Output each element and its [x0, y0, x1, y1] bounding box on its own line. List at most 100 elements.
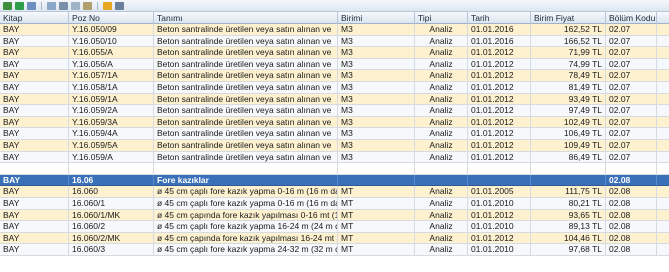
column-header-kitap[interactable]: Kitap — [0, 12, 69, 24]
table-row[interactable]: BAY 16.060/2 ø 45 cm çaplı fore kazık yapm… — [0, 221, 669, 233]
cell-tarih: 01.01.2012 — [468, 209, 531, 222]
cell-tarih: 01.01.2012 — [468, 105, 531, 117]
cell-bolum-kodu: 02.07 — [606, 151, 657, 164]
cell-tanimi: Beton santralinde üretilen veya satın al… — [154, 82, 338, 94]
cell-kitap: BAY — [0, 58, 69, 71]
cell-poz-no: Y.16.059/5A — [69, 140, 154, 152]
column-header-birim-fiyat[interactable]: Birim Fiyat — [531, 12, 606, 24]
table-row[interactable]: BAY Y.16.057/1A Beton santralinde üretilen… — [0, 70, 669, 82]
cell-kitap: BAY — [0, 209, 69, 222]
cell-tipi: Analiz — [415, 232, 468, 245]
cell-poz-no: Y.16.059/2A — [69, 105, 154, 117]
cell-poz-no: Y.16.059/4A — [69, 128, 154, 140]
cell-poz-no: Y.16.050/10 — [69, 35, 154, 48]
cell-filler — [657, 105, 669, 117]
cell-tipi: Analiz — [415, 128, 468, 140]
cell-filler — [657, 210, 669, 222]
filter-icon[interactable] — [47, 1, 56, 10]
cell-filler — [657, 36, 669, 48]
cell-filler — [657, 94, 669, 106]
lightning-icon[interactable] — [103, 1, 112, 10]
settings-icon[interactable] — [115, 1, 124, 10]
cell-bolum-kodu: 02.07 — [606, 24, 657, 36]
cell-poz-no: Y.16.059/3A — [69, 116, 154, 129]
columns-icon[interactable] — [59, 1, 68, 10]
cell-tarih: 01.01.2016 — [468, 24, 531, 36]
column-header-tarih[interactable]: Tarih — [468, 12, 531, 24]
table-row[interactable]: BAY Y.16.059/5A Beton santralinde üretilen… — [0, 140, 669, 152]
column-header-tanimi[interactable]: Tanımı — [154, 12, 338, 24]
table-row[interactable]: BAY 16.060/3 ø 45 cm çaplı fore kazık yapm… — [0, 244, 669, 256]
cell-filler — [657, 117, 669, 129]
cell-kitap: BAY — [0, 105, 69, 117]
grid-header: Kitap Poz No Tanımı Birimi Tipi Tarih Bi… — [0, 12, 669, 24]
cell-tipi: Analiz — [415, 24, 468, 36]
table-row[interactable]: BAY Y.16.055/A Beton santralinde üretilen … — [0, 47, 669, 59]
cell-kitap — [0, 163, 69, 175]
cell-bolum-kodu: 02.07 — [606, 58, 657, 71]
cell-tarih: 01.01.2012 — [468, 128, 531, 140]
table-row[interactable]: BAY 16.060/2/MK ø 45 cm çapında fore kazık… — [0, 232, 669, 245]
cell-birim-fiyat: 93,49 TL — [531, 93, 606, 106]
table-row[interactable]: BAY Y.16.059/2A Beton santralinde üretilen… — [0, 105, 669, 117]
cell-birim-fiyat: 97,68 TL — [531, 244, 606, 256]
table-row[interactable]: BAY Y.16.058/1A Beton santralinde üretilen… — [0, 82, 669, 94]
copy-icon[interactable] — [71, 1, 80, 10]
table-row[interactable]: BAY 16.060 ø 45 cm çaplı fore kazık yapma … — [0, 186, 669, 198]
cell-kitap: BAY — [0, 24, 69, 36]
table-row[interactable]: BAY Y.16.056/A Beton santralinde üretilen … — [0, 58, 669, 71]
cell-tarih: 01.01.2012 — [468, 70, 531, 82]
cell-birimi: M3 — [338, 105, 415, 117]
table-row[interactable]: BAY Y.16.059/A Beton santralinde üretilen … — [0, 151, 669, 164]
cell-poz-no: 16.060/1/MK — [69, 209, 154, 222]
cell-tanimi: Beton santralinde üretilen veya satın al… — [154, 151, 338, 164]
cell-birimi: MT — [338, 186, 415, 198]
group-row[interactable]: BAY 16.06 Fore kazıklar 02.08 — [0, 174, 669, 187]
table-row[interactable]: BAY 16.060/1/MK ø 45 cm çapında fore kazık… — [0, 209, 669, 222]
cell-tanimi: ø 45 cm çapında fore kazık yapılması 0-1… — [154, 209, 338, 222]
cell-birim-fiyat: 162,52 TL — [531, 24, 606, 36]
cell-birim-fiyat — [531, 163, 606, 175]
cell-poz-no: Y.16.059/A — [69, 151, 154, 164]
cell-tipi: Analiz — [415, 47, 468, 59]
cell-filler — [657, 140, 669, 152]
table-row[interactable]: BAY Y.16.050/10 Beton santralinde üretilen… — [0, 35, 669, 48]
cell-kitap: BAY — [0, 186, 69, 198]
cell-tanimi: Beton santralinde üretilen veya satın al… — [154, 128, 338, 140]
cell-kitap: BAY — [0, 82, 69, 94]
table-row[interactable]: BAY Y.16.050/09 Beton santralinde üretilen… — [0, 24, 669, 36]
table-row[interactable] — [0, 163, 669, 175]
cell-bolum-kodu: 02.08 — [606, 209, 657, 222]
cell-tipi: Analiz — [415, 151, 468, 164]
column-header-birimi[interactable]: Birimi — [338, 12, 415, 24]
table-row[interactable]: BAY Y.16.059/1A Beton santralinde üretilen… — [0, 93, 669, 106]
cell-filler — [657, 186, 669, 198]
column-header-poz-no[interactable]: Poz No — [69, 12, 154, 24]
cell-kitap: BAY — [0, 198, 69, 210]
cell-tanimi: Beton santralinde üretilen veya satın al… — [154, 93, 338, 106]
cell-tipi: Analiz — [415, 58, 468, 71]
cell-bolum-kodu: 02.08 — [606, 244, 657, 256]
cell-tarih: 01.01.2012 — [468, 93, 531, 106]
cell-birimi: M3 — [338, 116, 415, 129]
cell-birim-fiyat: 97,49 TL — [531, 105, 606, 117]
cell-tarih — [468, 174, 531, 187]
refresh-icon[interactable] — [3, 1, 12, 10]
table-row[interactable]: BAY Y.16.059/4A Beton santralinde üretilen… — [0, 128, 669, 140]
cell-birim-fiyat: 106,49 TL — [531, 128, 606, 140]
print-icon[interactable] — [27, 1, 36, 10]
table-row[interactable]: BAY Y.16.059/3A Beton santralinde üretilen… — [0, 116, 669, 129]
cell-tarih: 01.01.2010 — [468, 221, 531, 233]
cell-filler — [657, 175, 669, 187]
cell-tarih: 01.01.2010 — [468, 198, 531, 210]
cell-birim-fiyat — [531, 174, 606, 187]
cell-bolum-kodu: 02.07 — [606, 35, 657, 48]
column-header-bolum-kodu[interactable]: Bölüm Kodu — [606, 12, 657, 24]
export-excel-icon[interactable] — [15, 1, 24, 10]
table-row[interactable]: BAY 16.060/1 ø 45 cm çaplı fore kazık yapm… — [0, 198, 669, 210]
cell-tanimi: Beton santralinde üretilen veya satın al… — [154, 58, 338, 71]
cell-tanimi: ø 45 cm çaplı fore kazık yapma 0-16 m (1… — [154, 186, 338, 198]
column-header-tipi[interactable]: Tipi — [415, 12, 468, 24]
sort-icon[interactable] — [83, 1, 92, 10]
cell-birimi: M3 — [338, 35, 415, 48]
